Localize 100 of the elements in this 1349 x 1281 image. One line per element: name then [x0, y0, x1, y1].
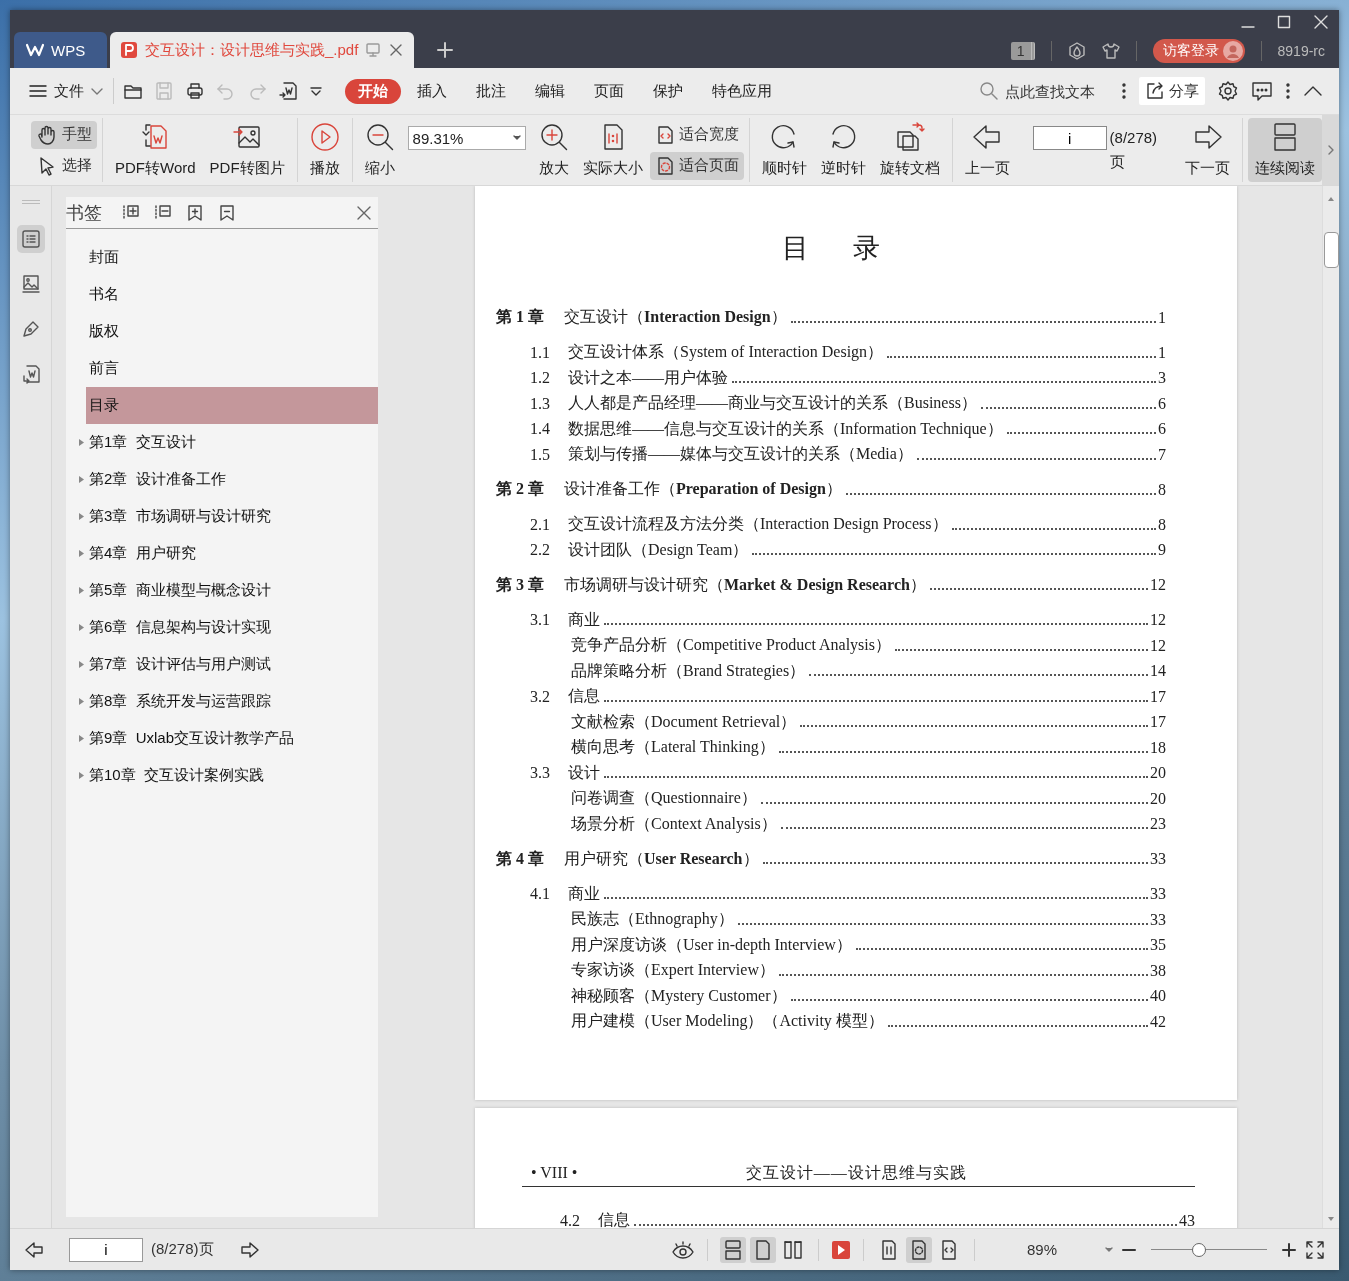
page-number: 12: [1150, 636, 1166, 655]
bookmark-item[interactable]: 第7章 设计评估与用户测试: [74, 646, 378, 683]
toolbar-button[interactable]: 适合宽度: [649, 120, 744, 149]
toolbar-button[interactable]: 放大: [531, 118, 576, 182]
entry-title: 人人都是产品经理——商业与交互设计的关系（Business）: [568, 393, 977, 413]
entry-number: 第 3 章: [496, 574, 545, 595]
page-number-field[interactable]: i: [1032, 126, 1107, 150]
entry-number: 4.2: [560, 1211, 581, 1228]
bookmark-item[interactable]: 书名: [86, 276, 378, 313]
document-tab[interactable]: 交互设计：设计思维与实践_.pdf: [110, 32, 415, 68]
toolbar-button[interactable]: PDF转Word: [108, 118, 203, 182]
bookmark-item[interactable]: 第10章 交互设计案例实践: [74, 757, 378, 794]
toolbar-button[interactable]: 旋转文档: [872, 118, 947, 182]
entry-title: 问卷调查（Questionnaire）: [571, 788, 757, 808]
entry-title: 信息: [598, 1210, 630, 1228]
toolbar-button[interactable]: 下一页: [1178, 118, 1237, 182]
page-number: 8: [1158, 515, 1166, 534]
bookmark-item[interactable]: 第9章 Uxlab交互设计教学产品: [74, 720, 378, 757]
page-number-field[interactable]: i: [69, 1237, 143, 1262]
bookmark-item[interactable]: 第2章 设计准备工作: [74, 461, 378, 498]
entry-title: 设计之本——用户体验: [568, 367, 728, 388]
ribbon-tab[interactable]: 插入: [404, 78, 460, 104]
entry-title: 场景分析（Context Analysis）: [571, 813, 777, 835]
bookmark-item[interactable]: 第4章 用户研究: [74, 535, 378, 572]
entry-number: 2.1: [530, 515, 551, 534]
zoom-field[interactable]: 89.31%: [407, 126, 526, 150]
page-number: 14: [1150, 662, 1166, 680]
entry-number: 3.2: [530, 687, 551, 706]
panel-title: 书签: [66, 201, 102, 225]
entry-title: 交互设计体系（System of Interaction Design）: [568, 342, 884, 363]
entry-title: 专家访谈（Expert Interview）: [571, 960, 775, 981]
entry-title: 市场调研与设计研究（Market & Design Research）: [564, 574, 926, 596]
toolbar-button[interactable]: 缩小: [357, 118, 402, 182]
toolbar-button[interactable]: 适合页面: [649, 151, 744, 180]
entry-number: 第 2 章: [496, 479, 545, 499]
page-number: 23: [1150, 815, 1166, 833]
page-count: (8/278)页: [1109, 128, 1159, 172]
toolbar-button[interactable]: 实际大小: [575, 118, 650, 182]
entry-number: 第 1 章: [496, 307, 545, 327]
ribbon-tab[interactable]: 编辑: [522, 78, 578, 104]
running-title: 交互设计——设计思维与实践: [744, 1162, 968, 1183]
entry-title: 神秘顾客（Mystery Customer）: [571, 985, 787, 1007]
share-button[interactable]: 分享: [1139, 77, 1205, 105]
page-label: • VIII •: [531, 1164, 578, 1182]
page-number: 17: [1150, 713, 1166, 731]
entry-title: 用户建模（User Modeling）（Activity 模型）: [571, 1011, 884, 1032]
page-number: 17: [1150, 687, 1166, 706]
toolbar-button[interactable]: 选择: [31, 151, 97, 180]
page-number: 3: [1158, 369, 1166, 387]
entry-number: 1.2: [530, 369, 551, 387]
bookmark-item[interactable]: 第1章 交互设计: [74, 424, 378, 461]
toolbar-button[interactable]: 逆时针: [813, 118, 873, 182]
page-number: 20: [1150, 789, 1166, 808]
bookmark-item[interactable]: 目录: [86, 387, 378, 424]
home-tab[interactable]: WPS: [14, 32, 107, 68]
ribbon-tab[interactable]: 页面: [581, 78, 637, 104]
entry-title: 竞争产品分析（Competitive Product Analysis）: [571, 635, 891, 656]
page-number: 33: [1150, 850, 1166, 868]
bookmark-item[interactable]: 封面: [86, 239, 378, 276]
bookmark-item[interactable]: 第8章 系统开发与运营跟踪: [74, 683, 378, 720]
ribbon-tab[interactable]: 开始: [345, 78, 401, 104]
entry-number: 3.3: [530, 764, 551, 782]
page-number: 20: [1150, 764, 1166, 782]
page-number: 18: [1150, 738, 1166, 757]
bookmark-item[interactable]: 第6章 信息架构与设计实现: [74, 609, 378, 646]
entry-title: 用户研究（User Research）: [564, 848, 759, 869]
entry-title: 文献检索（Document Retrieval）: [571, 711, 797, 732]
toolbar-button[interactable]: PDF转图片: [202, 118, 292, 182]
ribbon-tab[interactable]: 保护: [640, 78, 696, 104]
window-count-badge: 1: [1010, 42, 1035, 60]
entry-number: 1.1: [530, 343, 551, 362]
bookmark-item[interactable]: 第3章 市场调研与设计研究: [74, 498, 378, 535]
page-count: (8/278)页: [151, 1240, 214, 1259]
bookmark-item[interactable]: 前言: [86, 350, 378, 387]
file-menu-button[interactable]: 文件: [28, 81, 104, 101]
page-number: 33: [1150, 885, 1166, 903]
bookmark-item[interactable]: 版权: [86, 313, 378, 350]
entry-title: 横向思考（Lateral Thinking）: [571, 737, 775, 758]
toolbar-button[interactable]: 播放: [302, 118, 347, 182]
entry-title: 策划与传播——媒体与交互设计的关系（Media）: [568, 444, 913, 464]
search-field[interactable]: 点此查找文本: [979, 81, 1109, 101]
ribbon-tab[interactable]: 批注: [463, 78, 519, 104]
page-number: 33: [1150, 910, 1166, 929]
bookmark-item[interactable]: 第5章 商业模型与概念设计: [74, 572, 378, 609]
login-button[interactable]: 访客登录: [1152, 39, 1245, 63]
toolbar-button[interactable]: 手型: [31, 120, 97, 149]
page-number: 12: [1150, 576, 1166, 594]
page-number: 7: [1158, 445, 1166, 464]
entry-number: 4.1: [530, 885, 551, 903]
toolbar-button[interactable]: 顺时针: [754, 118, 814, 182]
entry-title: 设计准备工作（Preparation of Design）: [564, 479, 842, 500]
entry-title: 民族志（Ethnography）: [571, 909, 734, 930]
entry-title: 交互设计流程及方法分类（Interaction Design Process）: [568, 514, 948, 535]
entry-title: 数据思维——信息与交互设计的关系（Information Technique）: [568, 418, 1003, 440]
page-number: 6: [1158, 420, 1166, 438]
ribbon-tab[interactable]: 特色应用: [699, 78, 785, 104]
entry-title: 信息: [568, 686, 600, 706]
page-number: 38: [1150, 961, 1166, 980]
toolbar-button[interactable]: 上一页: [957, 118, 1017, 182]
toolbar-button[interactable]: 连续阅读: [1248, 118, 1322, 182]
